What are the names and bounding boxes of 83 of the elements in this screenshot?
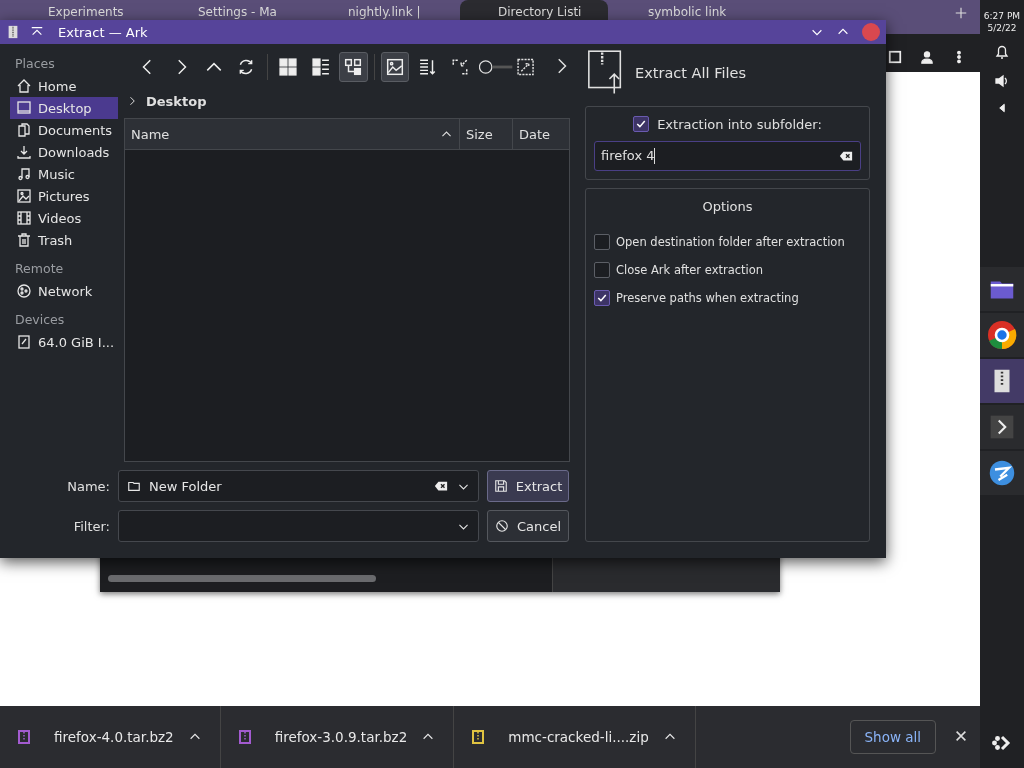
download-name[interactable]: mmc-cracked-li....zip: [508, 729, 649, 745]
places-section-title: Remote: [14, 260, 65, 278]
filter-label: Filter:: [72, 518, 110, 534]
download-icon: [16, 144, 32, 160]
places-item[interactable]: Network: [10, 280, 118, 302]
places-item[interactable]: Trash: [10, 229, 118, 251]
drive-icon: [16, 334, 32, 350]
grid-view-icon[interactable]: [278, 58, 297, 76]
extract-button[interactable]: Extract: [487, 470, 569, 502]
cancel-icon: [494, 519, 509, 533]
archive-icon: [6, 25, 20, 39]
triangle-left-icon[interactable]: [996, 102, 1008, 114]
zoom-slider-icon[interactable]: [478, 58, 513, 76]
network-icon: [16, 283, 32, 299]
places-section-title: Places: [14, 55, 56, 73]
download-name[interactable]: firefox-4.0.tar.bz2: [54, 729, 174, 745]
archive-icon: [472, 730, 485, 744]
show-all-button[interactable]: Show all: [849, 720, 936, 754]
film-icon: [16, 210, 32, 226]
clear-icon[interactable]: [433, 479, 449, 493]
home-icon: [16, 78, 32, 94]
check-icon: [635, 118, 648, 130]
shrink-icon[interactable]: [451, 58, 470, 76]
column-header[interactable]: Date: [519, 126, 551, 142]
person-icon[interactable]: [920, 50, 934, 64]
option-label: Preserve paths when extracting: [616, 291, 799, 305]
places-item[interactable]: Home: [10, 75, 118, 97]
monitor-icon: [16, 100, 32, 116]
breadcrumb-item[interactable]: Desktop: [146, 93, 207, 109]
tree-button[interactable]: [339, 52, 368, 82]
places-item[interactable]: Desktop: [10, 97, 118, 119]
expand-icon[interactable]: [516, 58, 535, 76]
documents-icon: [16, 122, 32, 138]
clock-time: 6:27 PM: [983, 10, 1021, 22]
circle-logo-icon[interactable]: [986, 319, 1018, 351]
option-checkbox[interactable]: [594, 234, 610, 250]
subfolder-checkbox[interactable]: [633, 116, 650, 132]
places-item[interactable]: Downloads: [10, 141, 118, 163]
window-title: Extract — Ark: [58, 24, 148, 40]
archive-icon: [238, 730, 251, 744]
filter-combo-field[interactable]: [118, 510, 479, 542]
name-label: Name:: [66, 478, 110, 494]
bell-icon[interactable]: [994, 44, 1010, 60]
places-item[interactable]: Documents: [10, 119, 118, 141]
column-header[interactable]: Size: [466, 126, 493, 142]
header-title: Extract All Files: [635, 65, 746, 81]
archive-icon: [18, 730, 30, 744]
places-item[interactable]: Pictures: [10, 185, 118, 207]
places-item[interactable]: 64.0 GiB I...: [10, 331, 118, 353]
clear-icon[interactable]: [838, 149, 854, 163]
plus-icon[interactable]: [954, 6, 968, 20]
places-item[interactable]: Music: [10, 163, 118, 185]
chevron-right-icon[interactable]: [989, 414, 1015, 440]
picture-icon[interactable]: [385, 58, 404, 76]
save-icon: [493, 479, 508, 493]
speaker-icon[interactable]: [994, 73, 1010, 89]
file-list[interactable]: Name Size Date: [124, 118, 570, 462]
subfolder-field[interactable]: firefox 4: [594, 141, 861, 171]
close-icon[interactable]: [954, 728, 968, 743]
download-name[interactable]: firefox-3.0.9.tar.bz2: [274, 729, 408, 745]
preview-button[interactable]: [380, 52, 410, 82]
column-header[interactable]: Name: [131, 126, 170, 142]
option-label: Close Ark after extraction: [616, 263, 764, 277]
trash-icon: [16, 232, 32, 248]
list-view-icon[interactable]: [311, 58, 330, 76]
music-icon: [16, 166, 32, 182]
name-combo-field[interactable]: New Folder: [118, 470, 479, 502]
check-icon: [596, 292, 608, 304]
options-title: Options: [701, 199, 754, 214]
cancel-button[interactable]: Cancel: [487, 510, 569, 542]
subfolder-label: Extraction into subfolder:: [657, 116, 822, 132]
places-item[interactable]: Videos: [10, 207, 118, 229]
option-checkbox[interactable]: [594, 262, 610, 278]
places-section-title: Devices: [14, 311, 66, 329]
option-checkbox[interactable]: [594, 290, 610, 306]
sort-icon[interactable]: [418, 58, 437, 76]
globe-icon[interactable]: [988, 459, 1016, 487]
option-label: Open destination folder after extraction: [616, 235, 845, 249]
picture-icon: [16, 188, 32, 204]
clock-date: 5/2/22: [986, 22, 1018, 34]
window-icon[interactable]: [888, 50, 902, 64]
tree-view-icon[interactable]: [344, 58, 363, 76]
folder-icon: [127, 479, 141, 493]
